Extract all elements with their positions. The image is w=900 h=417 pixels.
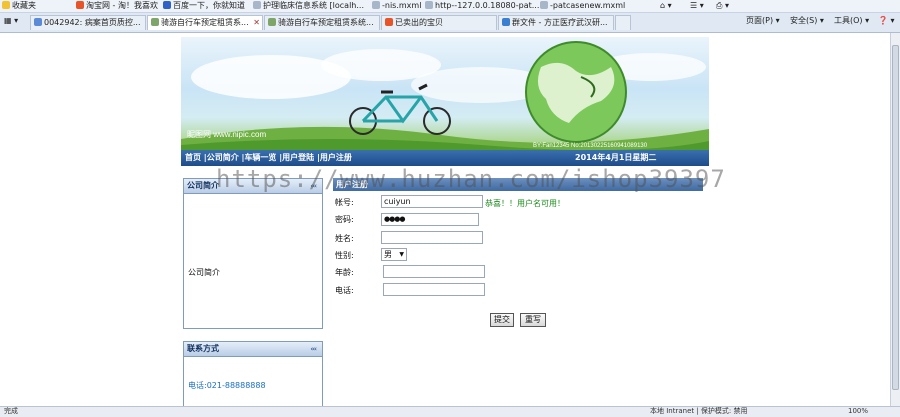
age-label: 年龄:	[335, 268, 354, 277]
zoom-level[interactable]: 100%	[848, 407, 868, 416]
star-icon	[2, 1, 10, 9]
page-icon	[253, 1, 261, 9]
chevron-down-icon: ▼	[399, 251, 404, 258]
banner-illustration: 昵图网 www.nipic.com BY:Fan12345 No:2013022…	[181, 41, 709, 152]
svg-text:BY:Fan12345 No:20130225160941: BY:Fan12345 No:20130225160941089130	[533, 143, 648, 149]
password-label: 密码:	[335, 215, 354, 224]
phone-input[interactable]	[383, 283, 485, 296]
contact-phone: 电话:021-88888888	[188, 381, 266, 390]
safety-menu[interactable]: 安全(S) ▾	[790, 15, 824, 27]
browser-tab[interactable]: 已卖出的宝贝	[381, 15, 497, 30]
name-input[interactable]	[381, 231, 483, 244]
account-label: 帐号:	[335, 198, 354, 207]
taobao-icon	[385, 18, 393, 26]
qq-icon	[502, 18, 510, 26]
taobao-icon	[76, 1, 84, 9]
vertical-scrollbar[interactable]	[890, 33, 900, 406]
page-icon	[372, 1, 380, 9]
baidu-icon	[163, 1, 171, 9]
favorite-item[interactable]: -patcasenew.mxml	[540, 0, 625, 12]
scrollbar-thumb[interactable]	[892, 45, 899, 390]
favorite-item[interactable]: http--127.0.0.18080-pat...	[425, 0, 539, 12]
collapse-arrows-icon: ‹‹‹	[310, 345, 317, 353]
page-icon	[151, 18, 159, 26]
nav-date: 2014年4月1日星期二	[575, 153, 657, 162]
favorite-item[interactable]: 淘宝网 - 淘！我喜欢	[76, 0, 158, 12]
status-bar: 完成 本地 Intranet | 保护模式: 禁用 100%	[0, 406, 900, 417]
page-menu[interactable]: 页面(P) ▾	[746, 15, 780, 27]
page-icon	[268, 18, 276, 26]
page-icon	[540, 1, 548, 9]
nav-register[interactable]: 用户注册	[320, 153, 352, 162]
favorites-bar: 收藏夹 淘宝网 - 淘！我喜欢 百度一下，你就知道 护理临床信息系统 [loca…	[0, 0, 900, 13]
gender-select[interactable]: 男 ▼	[381, 248, 407, 261]
password-input[interactable]: ●●●●	[381, 213, 479, 226]
new-tab-button[interactable]	[615, 15, 631, 30]
browser-tab[interactable]: 群文件 - 方正医疗武汉研...	[498, 15, 614, 30]
account-availability-hint: 恭喜！！用户名可用！	[485, 199, 565, 208]
nav-vehicles[interactable]: 车辆一览	[244, 153, 276, 162]
page-icon	[425, 1, 433, 9]
favorite-item[interactable]: 护理临床信息系统 [localh...	[253, 0, 364, 12]
browser-tab[interactable]: 0042942: 病案首页质控...	[30, 15, 146, 30]
favorite-item[interactable]: -nis.mxml	[372, 0, 421, 12]
gender-label: 性别:	[335, 251, 354, 260]
name-label: 姓名:	[335, 234, 354, 243]
tab-list-icon[interactable]: ▦ ▾	[4, 15, 18, 27]
page-viewport: 昵图网 www.nipic.com BY:Fan12345 No:2013022…	[0, 33, 890, 406]
tab-bar: ▦ ▾ 0042942: 病案首页质控... 骑游自行车预定租赁系... ✕ 骑游…	[0, 13, 900, 33]
favorites-button[interactable]: 收藏夹	[2, 0, 36, 12]
phone-label: 电话:	[335, 286, 354, 295]
security-zone: 本地 Intranet | 保护模式: 禁用	[650, 407, 748, 415]
page-icon	[34, 18, 42, 26]
globe-icon	[525, 41, 627, 143]
account-input[interactable]: cuiyun	[381, 195, 483, 208]
close-tab-icon[interactable]: ✕	[253, 16, 260, 30]
reset-button[interactable]: 重写	[520, 313, 546, 327]
intro-text: 公司简介	[188, 268, 220, 277]
watermark-text: https://www.huzhan.com/ishop39397	[216, 165, 726, 193]
svg-text:昵图网 www.nipic.com: 昵图网 www.nipic.com	[187, 130, 266, 139]
nav-about[interactable]: 公司简介	[207, 153, 239, 162]
status-text: 完成	[4, 407, 18, 415]
company-intro-panel: 公司简介 ‹‹‹ 公司简介	[183, 178, 323, 329]
submit-button[interactable]: 提交	[490, 313, 514, 327]
favorite-item[interactable]: 百度一下，你就知道	[163, 0, 245, 12]
tools-menu[interactable]: 工具(O) ▾	[834, 15, 869, 27]
print-icon[interactable]: ⎙ ▾	[716, 0, 729, 12]
browser-tab-active[interactable]: 骑游自行车预定租赁系... ✕	[147, 15, 263, 30]
site-banner: 昵图网 www.nipic.com BY:Fan12345 No:2013022…	[181, 37, 709, 152]
help-menu[interactable]: ❓ ▾	[878, 15, 895, 27]
contact-panel: 联系方式 ‹‹‹ 电话:021-88888888	[183, 341, 323, 406]
browser-tab[interactable]: 骑游自行车预定租赁系统...	[264, 15, 380, 30]
nav-login[interactable]: 用户登陆	[282, 153, 314, 162]
nav-home[interactable]: 首页	[185, 153, 201, 162]
home-icon[interactable]: ⌂ ▾	[660, 0, 672, 12]
panel-header: 联系方式 ‹‹‹	[184, 342, 322, 357]
feeds-icon[interactable]: ☰ ▾	[690, 0, 704, 12]
age-input[interactable]	[383, 265, 485, 278]
main-nav: 首页 |公司简介 |车辆一览 |用户登陆 |用户注册 2014年4月1日星期二	[181, 150, 709, 166]
